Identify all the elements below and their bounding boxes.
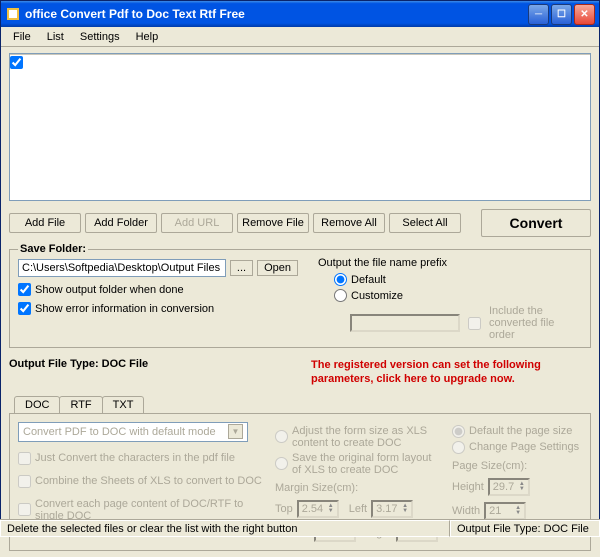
save-layout-label: Save the original form layout of XLS to … — [292, 452, 440, 476]
menu-list[interactable]: List — [39, 29, 72, 44]
just-chars-checkbox — [18, 452, 31, 465]
menu-help[interactable]: Help — [128, 29, 167, 44]
status-hint: Delete the selected files or clear the l… — [0, 520, 450, 537]
remove-all-button[interactable]: Remove All — [313, 213, 385, 233]
each-page-label: Convert each page content of DOC/RTF to … — [35, 498, 263, 522]
file-row[interactable] — [10, 55, 590, 70]
window-title: office Convert Pdf to Doc Text Rtf Free — [25, 7, 528, 21]
just-chars-label: Just Convert the characters in the pdf f… — [35, 452, 235, 464]
prefix-default-radio[interactable] — [334, 273, 347, 286]
close-button[interactable]: ✕ — [574, 4, 595, 25]
status-output-type: Output File Type: DOC File — [450, 520, 600, 537]
output-type-label: Output File Type: DOC File The registere… — [9, 358, 591, 370]
prefix-input — [350, 314, 460, 332]
mode-combo: Convert PDF to DOC with default mode▼ — [18, 422, 248, 442]
open-button[interactable]: Open — [257, 260, 298, 276]
save-folder-group: Save Folder: ... Open Show output folder… — [9, 243, 591, 348]
upgrade-link[interactable]: The registered version can set the follo… — [311, 358, 591, 387]
menubar: File List Settings Help — [1, 27, 599, 47]
default-page-radio — [452, 425, 465, 438]
save-folder-legend: Save Folder: — [18, 243, 88, 255]
add-folder-button[interactable]: Add Folder — [85, 213, 157, 233]
prefix-customize-label: Customize — [351, 290, 403, 302]
tab-rtf[interactable]: RTF — [59, 396, 102, 413]
adjust-form-label: Adjust the form size as XLS content to c… — [292, 425, 440, 449]
page-width-spinner: 21▲▼ — [484, 502, 526, 520]
save-layout-radio — [275, 457, 288, 470]
combine-xls-checkbox — [18, 475, 31, 488]
tab-txt[interactable]: TXT — [102, 396, 145, 413]
statusbar: Delete the selected files or clear the l… — [0, 519, 600, 537]
menu-file[interactable]: File — [5, 29, 39, 44]
margin-label: Margin Size(cm): — [275, 482, 440, 494]
prefix-customize-radio[interactable] — [334, 289, 347, 302]
margin-left-spinner: 3.17▲▼ — [371, 500, 413, 518]
remove-file-button[interactable]: Remove File — [237, 213, 309, 233]
each-page-checkbox — [18, 503, 31, 516]
chevron-down-icon: ▼ — [228, 424, 243, 439]
add-url-button: Add URL — [161, 213, 233, 233]
titlebar: office Convert Pdf to Doc Text Rtf Free … — [1, 1, 599, 27]
tab-doc[interactable]: DOC — [14, 396, 60, 413]
prefix-default-label: Default — [351, 274, 386, 286]
page-size-label: Page Size(cm): — [452, 460, 582, 472]
browse-button[interactable]: ... — [230, 260, 253, 276]
include-order-label: Include the converted file order — [489, 305, 582, 341]
default-page-label: Default the page size — [469, 425, 572, 437]
maximize-button[interactable]: ☐ — [551, 4, 572, 25]
show-folder-checkbox[interactable] — [18, 283, 31, 296]
change-page-radio — [452, 441, 465, 454]
file-checkbox[interactable] — [10, 56, 23, 69]
add-file-button[interactable]: Add File — [9, 213, 81, 233]
change-page-label: Change Page Settings — [469, 441, 579, 453]
convert-button[interactable]: Convert — [481, 209, 591, 237]
show-error-checkbox[interactable] — [18, 302, 31, 315]
output-path-input[interactable] — [18, 259, 226, 277]
show-error-label: Show error information in conversion — [35, 303, 214, 315]
file-list[interactable] — [9, 53, 591, 201]
show-folder-label: Show output folder when done — [35, 284, 184, 296]
combine-xls-label: Combine the Sheets of XLS to convert to … — [35, 475, 262, 487]
page-height-spinner: 29.7▲▼ — [488, 478, 530, 496]
select-all-button[interactable]: Select All — [389, 213, 461, 233]
minimize-button[interactable]: ─ — [528, 4, 549, 25]
app-icon — [5, 6, 21, 22]
adjust-form-radio — [275, 430, 288, 443]
menu-settings[interactable]: Settings — [72, 29, 128, 44]
margin-top-spinner: 2.54▲▼ — [297, 500, 339, 518]
prefix-label: Output the file name prefix — [318, 257, 582, 269]
include-order-checkbox — [468, 317, 481, 330]
